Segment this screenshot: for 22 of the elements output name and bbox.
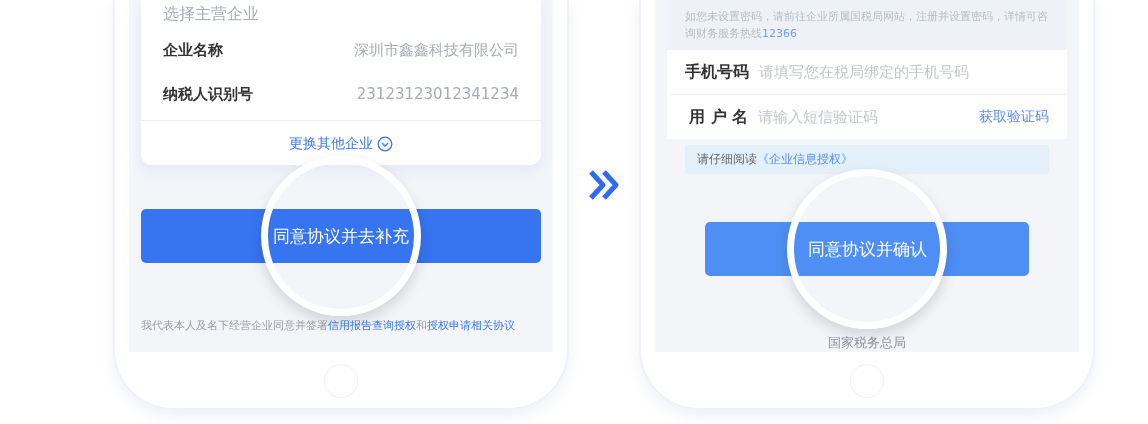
agreement-text: 我代表本人及名下经营企业同意并签署信用报告查询授权和授权申请相关协议 <box>141 318 516 334</box>
field-value: 深圳市鑫鑫科技有限公司 <box>354 40 519 60</box>
confirm-button[interactable]: 同意协议并确认 <box>705 222 1029 276</box>
get-code-link[interactable]: 获取验证码 <box>979 108 1049 126</box>
field-label: 手机号码 <box>685 61 749 83</box>
hotline-link[interactable]: 12366 <box>762 27 797 40</box>
agreement-link[interactable]: 《企业信息授权》 <box>757 152 853 166</box>
field-label: 企业名称 <box>163 40 223 60</box>
field-value: 23123123012341234 <box>356 85 519 103</box>
footer-text: 国家税务总局 <box>828 334 906 352</box>
double-chevron-icon <box>587 168 621 202</box>
agreement-link[interactable]: 授权申请相关协议 <box>427 319 515 332</box>
section-heading: 选择主营企业 <box>162 3 260 25</box>
input-field[interactable]: 请输入短信验证码 <box>758 108 969 126</box>
agree-button[interactable]: 同意协议并去补充 <box>141 209 541 263</box>
reading-notice: 请仔细阅读《企业信息授权》 <box>685 145 1049 174</box>
field-label: 纳税人识别号 <box>163 84 253 104</box>
switch-company-link[interactable]: 更换其他企业 <box>289 135 393 153</box>
chevron-circle-icon <box>377 136 393 152</box>
agreement-link[interactable]: 信用报告查询授权 <box>328 319 416 332</box>
input-field[interactable]: 请填写您在税局绑定的手机号码 <box>759 63 1049 81</box>
field-label: 用 户 名 <box>689 106 749 128</box>
